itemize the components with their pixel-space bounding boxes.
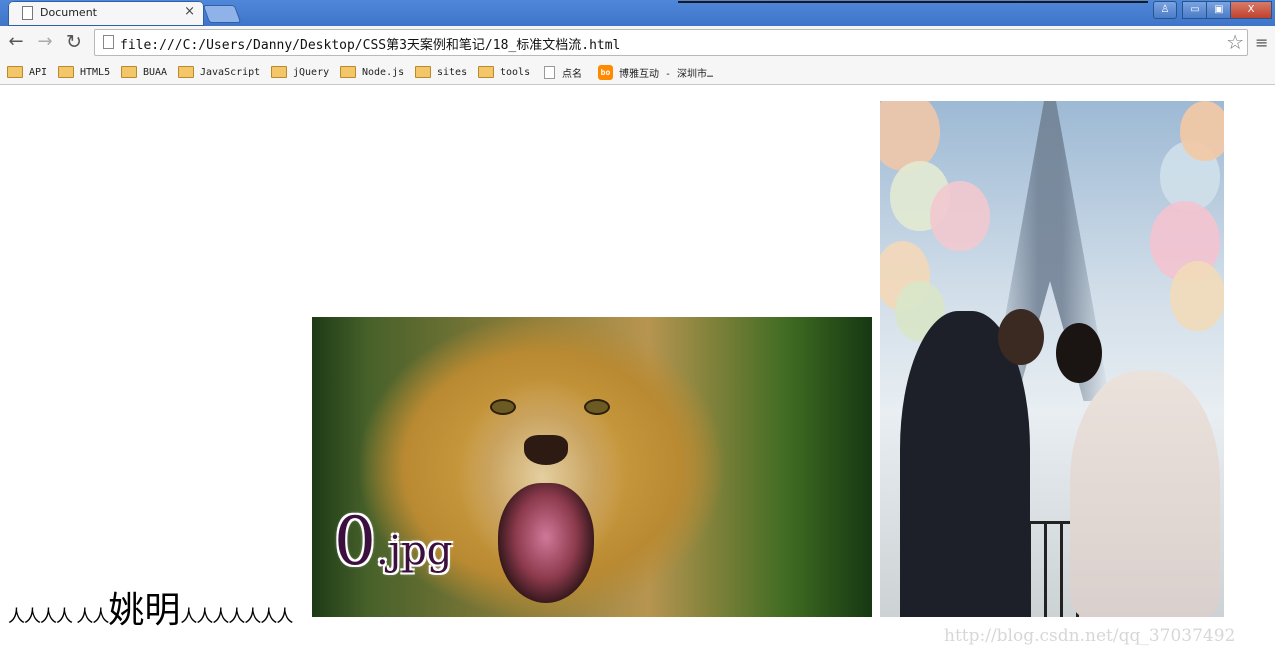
balloon (880, 101, 940, 171)
filler-text-before: 人人人人 人人 (8, 607, 109, 627)
menu-icon[interactable]: ≡ (1255, 33, 1268, 52)
man-head (998, 309, 1044, 365)
bookmark-nodejs[interactable]: Node.js (340, 64, 404, 80)
forward-button[interactable]: → (34, 31, 56, 53)
folder-icon (7, 66, 23, 78)
reload-button[interactable]: ↻ (63, 31, 85, 53)
lion-image-caption: 0.jpg (334, 503, 452, 580)
caption-number: 0 (334, 503, 376, 580)
bookmark-label: 点名 (562, 68, 582, 80)
folder-icon (121, 66, 137, 78)
bookmarks-bar: API HTML5 BUAA JavaScript jQuery Node.js… (0, 60, 1275, 85)
bookmark-star-icon[interactable]: ☆ (1226, 30, 1244, 54)
folder-icon (340, 66, 356, 78)
lion-nose (524, 435, 568, 465)
bookmark-api[interactable]: API (7, 64, 47, 80)
inline-text-line: 人人人人 人人姚明人人人人人人人 (8, 581, 293, 633)
couple-photo-image (880, 101, 1224, 617)
watermark-text: http://blog.csdn.net/qq_37037492 (944, 626, 1236, 646)
boya-logo-icon: bo (598, 64, 613, 80)
folder-icon (58, 66, 74, 78)
title-bar: Document × ♙ ▭ ▣ X (0, 0, 1275, 26)
caption-extension: .jpg (376, 528, 453, 574)
bookmark-label: API (29, 66, 48, 78)
bookmark-label: sites (437, 66, 468, 78)
bookmark-label: Node.js (362, 66, 405, 78)
bookmark-sites[interactable]: sites (415, 64, 467, 80)
bookmark-label: JavaScript (200, 66, 261, 78)
bookmark-label: jQuery (293, 66, 330, 78)
bookmark-label: BUAA (143, 66, 168, 78)
url-text[interactable]: file:///C:/Users/Danny/Desktop/CSS第3天案例和… (120, 34, 620, 53)
bookmark-tools[interactable]: tools (478, 64, 530, 80)
tab-close-icon[interactable]: × (184, 4, 195, 19)
folder-icon (271, 66, 287, 78)
bookmark-label: 博雅互动 - 深圳市… (619, 68, 714, 80)
bookmark-boya[interactable]: bo 博雅互动 - 深圳市… (598, 64, 713, 80)
document-icon (22, 6, 33, 20)
title-bar-divider (678, 1, 1148, 3)
minimize-button[interactable]: ▭ (1182, 1, 1208, 19)
page-content: 人人人人 人人姚明人人人人人人人 0.jpg http://blog.csdn.… (0, 85, 1275, 657)
user-profile-button[interactable]: ♙ (1153, 1, 1177, 19)
bookmark-jquery[interactable]: jQuery (271, 64, 329, 80)
bookmark-dianming[interactable]: 点名 (544, 64, 582, 80)
woman-head (1056, 323, 1102, 383)
filler-text-after: 人人人人人人人 (180, 607, 293, 627)
new-tab-button[interactable] (202, 5, 242, 23)
folder-icon (415, 66, 431, 78)
name-text: 姚明 (108, 590, 181, 631)
folder-icon (478, 66, 494, 78)
page-icon (103, 35, 114, 49)
lion-eye (490, 399, 516, 415)
bookmark-label: tools (500, 66, 531, 78)
balloon (1180, 101, 1224, 161)
file-icon (544, 65, 555, 79)
tab-title: Document (40, 6, 97, 19)
browser-toolbar: ← → ↻ file:///C:/Users/Danny/Desktop/CSS… (0, 26, 1275, 61)
woman-figure (1070, 371, 1220, 617)
folder-icon (178, 66, 194, 78)
balloon (930, 181, 990, 251)
tab-document[interactable]: Document × (8, 1, 204, 26)
maximize-button[interactable]: ▣ (1206, 1, 1232, 19)
lion-image: 0.jpg (312, 317, 872, 617)
address-bar[interactable]: file:///C:/Users/Danny/Desktop/CSS第3天案例和… (94, 29, 1248, 56)
close-window-button[interactable]: X (1230, 1, 1272, 19)
bookmark-buaa[interactable]: BUAA (121, 64, 167, 80)
bookmark-label: HTML5 (80, 66, 111, 78)
back-button[interactable]: ← (5, 31, 27, 53)
bookmark-html5[interactable]: HTML5 (58, 64, 110, 80)
lion-mouth (498, 483, 594, 603)
bookmark-javascript[interactable]: JavaScript (178, 64, 260, 80)
balloon (1170, 261, 1224, 331)
lion-eye (584, 399, 610, 415)
